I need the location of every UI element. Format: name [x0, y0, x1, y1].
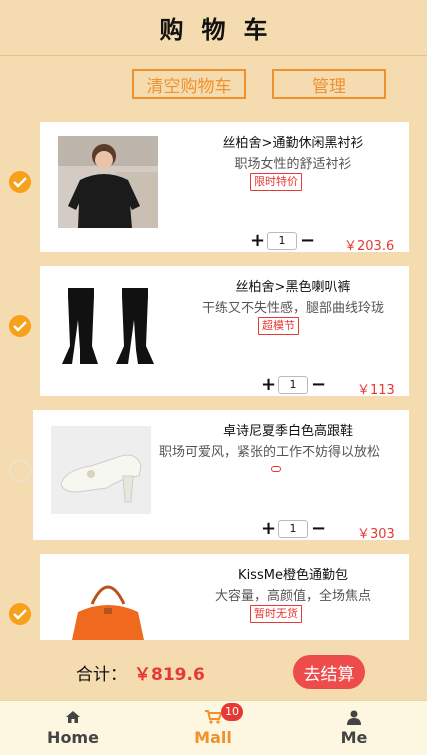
- promo-tag: 暂时无货: [250, 605, 302, 623]
- item-description: 职场女性的舒适衬衫: [234, 157, 352, 172]
- item-name: KissMe橙色通勤包: [238, 568, 348, 583]
- checkout-button[interactable]: 去结算: [293, 655, 365, 689]
- item-checkbox[interactable]: [9, 603, 31, 625]
- tab-label: Mall: [194, 728, 232, 747]
- item-price: ￥113: [357, 383, 395, 398]
- promo-tag: 超模节: [258, 317, 299, 335]
- quantity-input[interactable]: 1: [278, 520, 308, 538]
- tab-me[interactable]: Me: [304, 701, 404, 755]
- manage-button[interactable]: 管理: [272, 69, 386, 99]
- orange-handbag-photo: [58, 568, 158, 640]
- total-label: 合计：: [76, 665, 127, 685]
- cart-actions: 清空购物车 管理: [0, 69, 427, 103]
- decrease-button[interactable]: −: [300, 232, 315, 250]
- white-heel-shoe-photo: [51, 426, 151, 514]
- increase-button[interactable]: +: [261, 376, 276, 394]
- item-price: ￥303: [357, 527, 395, 542]
- page-title: 购物车: [159, 16, 286, 44]
- increase-button[interactable]: +: [261, 520, 276, 538]
- item-description: 大容量，高颜值，全场焦点: [214, 589, 371, 604]
- cart-count-badge: 10: [221, 703, 243, 721]
- black-flare-pants-photo: [58, 280, 158, 372]
- cart-item[interactable]: KissMe橙色通勤包 大容量，高颜值，全场焦点 暂时无货: [40, 554, 409, 640]
- black-blouse-photo: [58, 136, 158, 228]
- quantity-input[interactable]: 1: [278, 376, 308, 394]
- decrease-button[interactable]: −: [311, 520, 326, 538]
- quantity-stepper: + 1 −: [250, 232, 315, 250]
- checkmark-icon: [13, 177, 27, 188]
- item-description: 干练又不失性感，腿部曲线玲珑: [201, 301, 384, 316]
- item-name: 丝柏舍>通勤休闲黑衬衫: [222, 136, 364, 151]
- item-checkbox[interactable]: [9, 460, 31, 482]
- clear-cart-button[interactable]: 清空购物车: [132, 69, 246, 99]
- checkmark-icon: [13, 321, 27, 332]
- decrease-button[interactable]: −: [311, 376, 326, 394]
- tab-mall[interactable]: 10 Mall: [163, 701, 263, 755]
- home-icon: [66, 711, 80, 723]
- total-value: ￥819.6: [134, 665, 205, 685]
- person-icon: [347, 710, 361, 725]
- promo-tag: [271, 466, 281, 472]
- tab-label: Home: [47, 728, 99, 747]
- cart-item[interactable]: 卓诗尼夏季白色高跟鞋 职场可爱风，紧张的工作不妨得以放松 + 1 − ￥303: [33, 410, 409, 542]
- promo-tag: 限时特价: [250, 173, 302, 191]
- tab-bar: Home 10 Mall Me: [0, 700, 427, 755]
- item-checkbox[interactable]: [9, 315, 31, 337]
- item-checkbox[interactable]: [9, 171, 31, 193]
- item-name: 丝柏舍>黑色喇叭裤: [235, 280, 351, 295]
- quantity-stepper: + 1 −: [261, 376, 326, 394]
- increase-button[interactable]: +: [250, 232, 265, 250]
- cart-item[interactable]: 丝柏舍>黑色喇叭裤 干练又不失性感，腿部曲线玲珑 超模节 + 1 − ￥113: [40, 266, 409, 398]
- header: 购物车: [0, 0, 427, 56]
- cart-item[interactable]: 丝柏舍>通勤休闲黑衬衫 职场女性的舒适衬衫 限时特价 + 1 − ￥203.6: [40, 122, 409, 254]
- item-name: 卓诗尼夏季白色高跟鞋: [222, 424, 353, 439]
- quantity-stepper: + 1 −: [261, 520, 326, 538]
- tab-home[interactable]: Home: [23, 701, 123, 755]
- tab-label: Me: [340, 728, 368, 747]
- item-description: 职场可爱风，紧张的工作不妨得以放松: [159, 445, 381, 460]
- checkmark-icon: [13, 609, 27, 620]
- item-price: ￥203.6: [344, 239, 395, 254]
- cart-icon: [205, 710, 222, 724]
- quantity-input[interactable]: 1: [267, 232, 297, 250]
